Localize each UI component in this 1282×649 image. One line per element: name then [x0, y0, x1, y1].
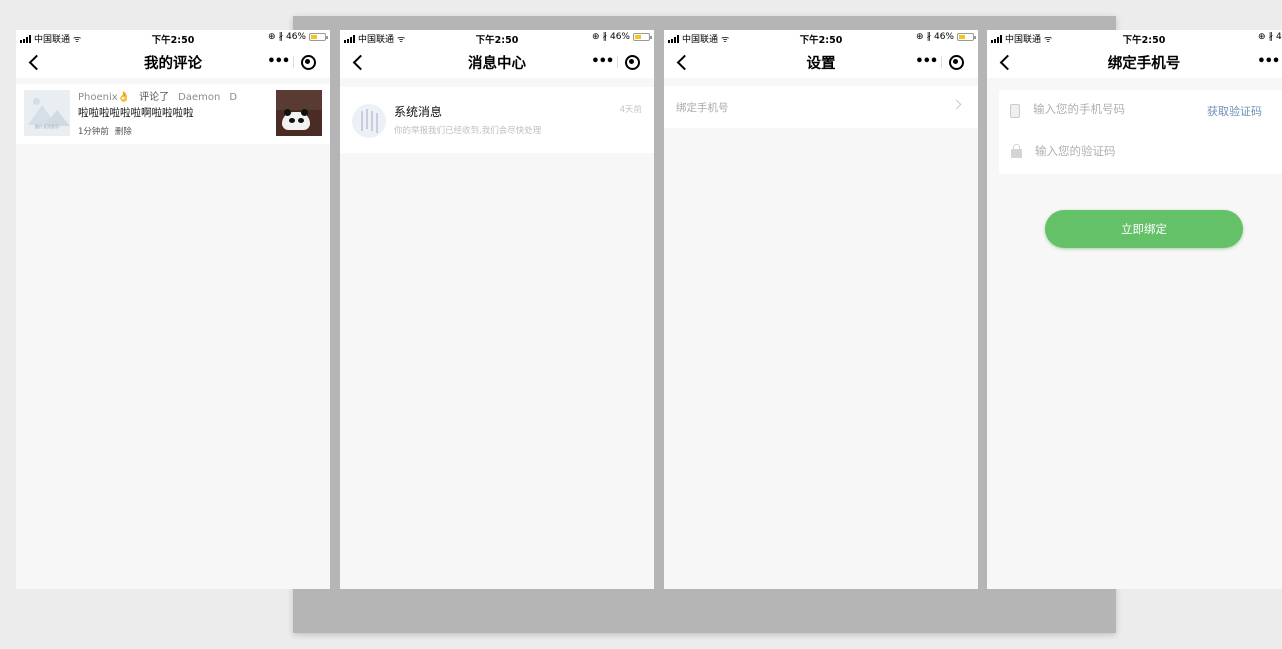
more-dots-icon[interactable]: •••: [264, 51, 293, 73]
status-bar: 中国联通 ᯤ 下午2:50 ⊕ ∦ 46%: [987, 30, 1282, 46]
phone-screen-bind-phone: 中国联通 ᯤ 下午2:50 ⊕ ∦ 46% 绑定手机号 ••• 获取验证码: [987, 30, 1282, 589]
location-icon: ⊕: [1257, 32, 1266, 42]
status-bar: 中国联通 ᯤ 下午2:50 ⊕ ∦ 46%: [16, 30, 330, 46]
settings-item-bind-phone[interactable]: 绑定手机号: [664, 86, 978, 128]
menu-capsule: •••: [588, 51, 646, 73]
page-title: 绑定手机号: [1107, 56, 1181, 72]
bluetooth-icon: ∦: [278, 32, 283, 42]
comment-meta: 1分钟前 删除: [78, 125, 138, 137]
comment-action: 评论了: [139, 92, 170, 103]
phone-number-row: 获取验证码: [999, 90, 1282, 132]
settings-item-label: 绑定手机号: [676, 102, 729, 114]
comment-target-suffix: D: [229, 92, 238, 103]
thumbnail-caption: 图片无法显示: [35, 124, 59, 129]
comment-list-item[interactable]: 图片无法显示 Phoenix👌 评论了 Daemon D 啦啦啦啦啦啦啊啦啦啦啦 1分…: [16, 84, 330, 144]
comment-text: 啦啦啦啦啦啦啊啦啦啦啦: [78, 107, 194, 119]
delete-link[interactable]: 删除: [115, 127, 132, 137]
battery-percent: 46%: [285, 32, 306, 42]
nav-bar: 消息中心 •••: [340, 46, 654, 78]
bluetooth-icon: ∦: [1268, 32, 1273, 42]
system-avatar: [352, 104, 386, 138]
get-code-button[interactable]: 获取验证码: [1207, 103, 1262, 119]
verification-code-input[interactable]: [1035, 144, 1195, 158]
battery-icon: [633, 33, 652, 41]
location-icon: ⊕: [915, 32, 924, 42]
battery-percent: 46%: [1275, 32, 1282, 42]
chevron-right-icon: [951, 99, 962, 110]
status-time: 下午2:50: [1122, 35, 1166, 46]
battery-icon: [957, 33, 976, 41]
comment-header: Phoenix👌 评论了 Daemon D: [78, 88, 246, 103]
more-dots-icon[interactable]: •••: [1254, 51, 1282, 73]
bluetooth-icon: ∦: [926, 32, 931, 42]
message-preview: 你的举报我们已经收到,我们会尽快处理: [394, 126, 542, 136]
message-time: 4天前: [619, 105, 642, 115]
nav-bar: 我的评论 •••: [16, 46, 330, 78]
menu-capsule: •••: [264, 51, 322, 73]
nav-bar: 设置 •••: [664, 46, 978, 78]
location-icon: ⊕: [591, 32, 600, 42]
battery-percent: 46%: [609, 32, 630, 42]
more-dots-icon[interactable]: •••: [588, 51, 617, 73]
bluetooth-icon: ∦: [602, 32, 607, 42]
status-bar: 中国联通 ᯤ 下午2:50 ⊕ ∦ 46%: [340, 30, 654, 46]
comment-target[interactable]: Daemon: [178, 92, 220, 103]
menu-capsule: •••: [912, 51, 970, 73]
battery-icon: [309, 33, 328, 41]
bind-phone-form: 获取验证码: [999, 90, 1282, 174]
phone-icon: [1010, 104, 1020, 118]
phone-number-input[interactable]: [1033, 102, 1193, 116]
phone-screen-settings: 中国联通 ᯤ 下午2:50 ⊕ ∦ 46% 设置 ••• 绑定手机号: [664, 30, 978, 589]
status-bar: 中国联通 ᯤ 下午2:50 ⊕ ∦ 46%: [664, 30, 978, 46]
location-icon: ⊕: [267, 32, 276, 42]
more-dots-icon[interactable]: •••: [912, 51, 941, 73]
bind-now-button[interactable]: 立即绑定: [1045, 210, 1243, 248]
message-title: 系统消息: [394, 105, 443, 119]
close-target-icon[interactable]: [618, 51, 647, 73]
nav-bar: 绑定手机号 •••: [987, 46, 1282, 78]
panda-image[interactable]: [276, 90, 322, 136]
phone-screen-message-center: 中国联通 ᯤ 下午2:50 ⊕ ∦ 46% 消息中心 ••• 系统消息 你的举报…: [340, 30, 654, 589]
comment-user[interactable]: Phoenix👌: [78, 92, 130, 103]
phone-screen-my-comments: 中国联通 ᯤ 下午2:50 ⊕ ∦ 46% 我的评论 ••• 图片无法显示 Ph…: [16, 30, 330, 589]
message-list-item[interactable]: 系统消息 你的举报我们已经收到,我们会尽快处理 4天前: [340, 87, 654, 153]
battery-percent: 46%: [933, 32, 954, 42]
close-target-icon[interactable]: [942, 51, 971, 73]
placeholder-image-thumbnail: 图片无法显示: [24, 90, 70, 136]
close-target-icon[interactable]: [294, 51, 323, 73]
comment-time: 1分钟前: [78, 127, 109, 137]
lock-icon: [1011, 144, 1022, 158]
menu-capsule: •••: [1254, 51, 1282, 73]
verification-code-row: [999, 132, 1282, 174]
